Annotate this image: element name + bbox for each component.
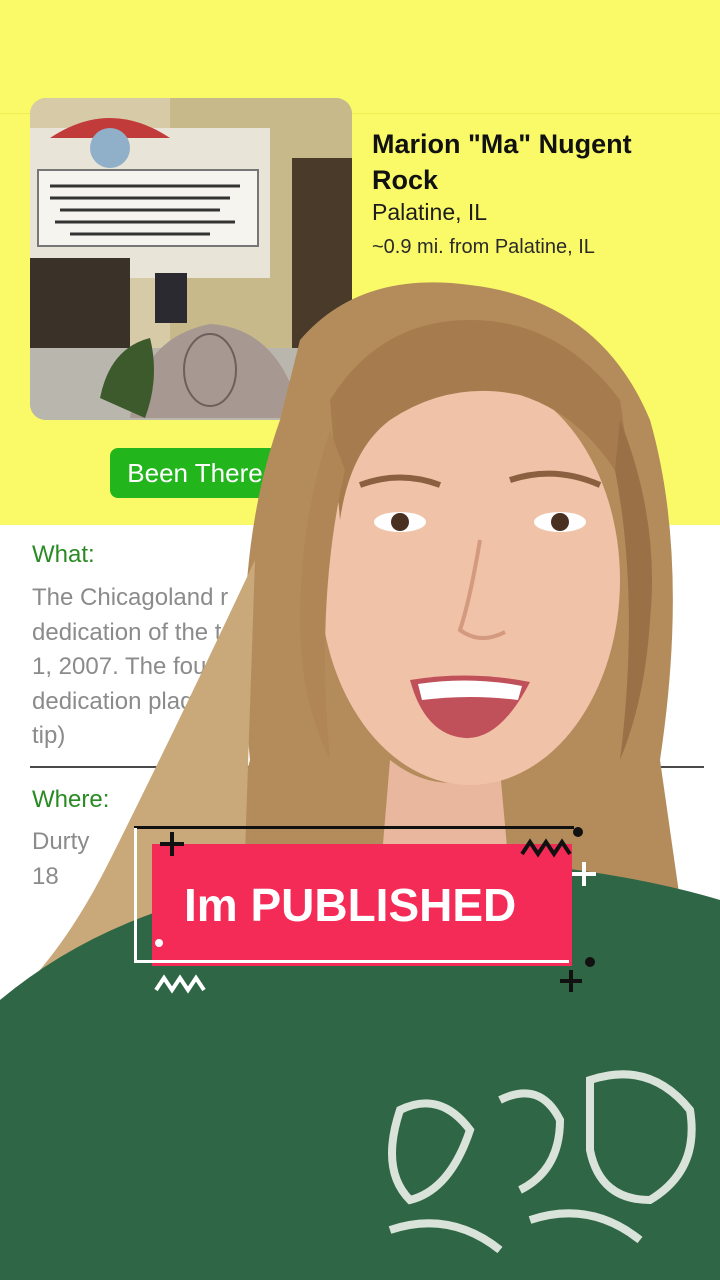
caption-text: Im PUBLISHED <box>184 879 517 931</box>
dot-icon <box>155 939 163 947</box>
presenter-illustration <box>0 282 720 1280</box>
dot-icon <box>573 827 583 837</box>
plus-sparkle-icon <box>572 862 596 886</box>
caption-sticker: Im PUBLISHED <box>132 826 602 996</box>
zigzag-icon <box>520 838 572 858</box>
zigzag-icon <box>154 974 206 994</box>
presenter-overlay <box>0 0 720 1280</box>
dot-icon <box>585 957 595 967</box>
plus-sparkle-icon <box>160 832 184 856</box>
plus-sparkle-icon <box>560 970 582 992</box>
